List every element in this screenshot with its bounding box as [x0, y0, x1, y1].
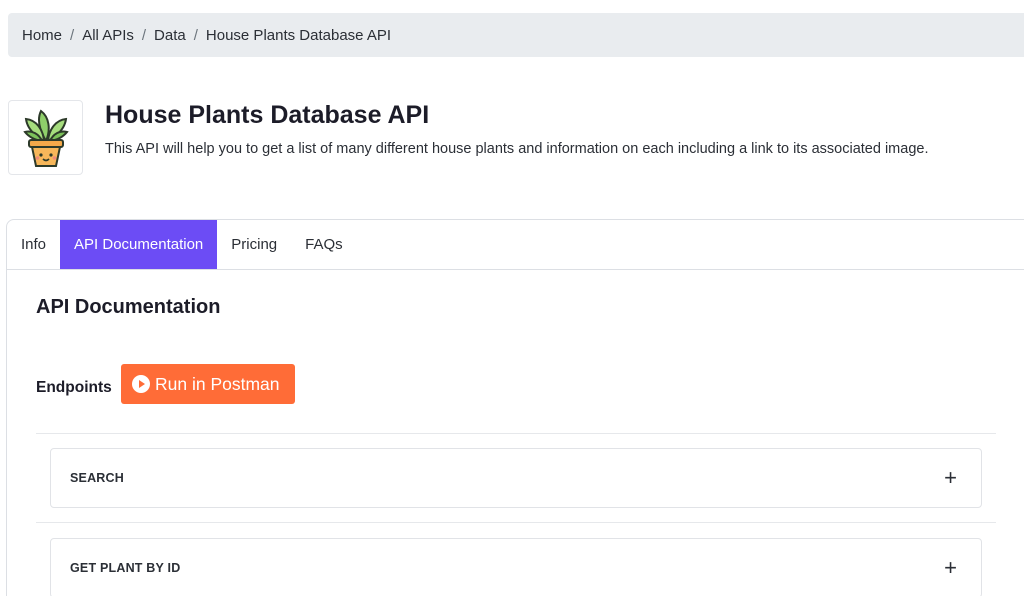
api-description: This API will help you to get a list of …	[105, 141, 929, 157]
breadcrumb-separator: /	[193, 26, 198, 44]
breadcrumb-current: House Plants Database API	[205, 26, 392, 44]
run-in-postman-label: Run in Postman	[155, 373, 280, 394]
expand-plus-icon[interactable]: +	[944, 557, 957, 579]
play-circle-icon	[132, 375, 150, 393]
documentation-heading: API Documentation	[36, 296, 221, 318]
potted-plant-icon	[22, 108, 69, 167]
tab-bar: Info API Documentation Pricing FAQs	[7, 220, 1024, 270]
breadcrumb-all-apis[interactable]: All APIs	[82, 27, 134, 44]
endpoint-section-label: SEARCH	[70, 471, 124, 485]
endpoint-section-label: GET PLANT BY ID	[70, 561, 181, 575]
divider	[36, 522, 996, 523]
divider	[36, 433, 996, 434]
breadcrumb-home[interactable]: Home	[22, 27, 62, 44]
api-details-card: Info API Documentation Pricing FAQs API …	[6, 219, 1024, 596]
run-in-postman-button[interactable]: Run in Postman	[121, 364, 295, 404]
endpoints-label: Endpoints	[36, 379, 112, 396]
breadcrumb-separator: /	[141, 26, 147, 44]
breadcrumb: Home / All APIs / Data / House Plants Da…	[8, 13, 1024, 57]
tab-api-documentation[interactable]: API Documentation	[60, 220, 218, 269]
tab-pricing[interactable]: Pricing	[217, 220, 291, 269]
expand-plus-icon[interactable]: +	[944, 467, 957, 489]
api-logo	[8, 100, 83, 175]
page-title: House Plants Database API	[105, 101, 430, 129]
breadcrumb-data[interactable]: Data	[154, 27, 186, 44]
tab-faqs[interactable]: FAQs	[291, 220, 357, 269]
breadcrumb-separator: /	[70, 26, 75, 44]
tab-info[interactable]: Info	[7, 220, 60, 269]
endpoint-section-get-plant-by-id[interactable]: GET PLANT BY ID +	[50, 538, 982, 596]
endpoint-section-search[interactable]: SEARCH +	[50, 448, 982, 508]
